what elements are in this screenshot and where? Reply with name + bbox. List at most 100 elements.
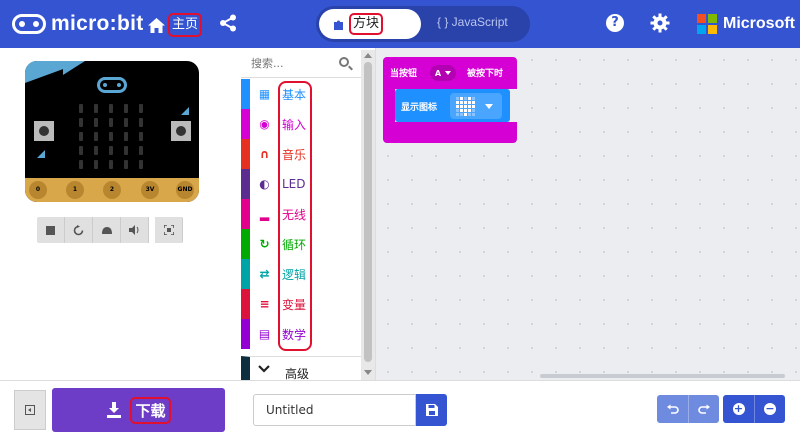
signal-bars-icon: ▂ xyxy=(259,207,270,221)
show-icon-block[interactable]: 显示图标 xyxy=(395,89,510,122)
category-item[interactable]: ▂ 无线 xyxy=(241,199,361,229)
category-list: ▦ 基本 ◉ 输入 ∩ 音乐 ◐ LED ▂ 无线 ↻ 循环 ⇄ 逻辑 ≡ 变量 ▤ 数学 xyxy=(241,79,361,349)
javascript-tab[interactable]: { } JavaScript xyxy=(437,15,508,29)
button-dropdown[interactable]: A xyxy=(430,65,456,81)
category-label: 基本 xyxy=(282,87,307,102)
board-button-a[interactable] xyxy=(34,121,54,141)
microsoft-text: Microsoft xyxy=(723,15,795,32)
blocks-tab-label: 方块 xyxy=(349,13,384,35)
advanced-category[interactable]: 高级 xyxy=(241,356,361,381)
category-item[interactable]: ↻ 循环 xyxy=(241,229,361,259)
pin-1[interactable]: 1 xyxy=(66,181,84,199)
category-item[interactable]: ◉ 输入 xyxy=(241,109,361,139)
blocks-tab[interactable]: 方块 xyxy=(319,9,421,39)
zoom-in-button[interactable]: + xyxy=(723,395,754,423)
home-button[interactable]: 主页 xyxy=(148,13,203,37)
shuffle-icon: ⇄ xyxy=(259,267,270,281)
category-label: 输入 xyxy=(282,117,307,132)
download-icon xyxy=(107,402,122,418)
category-label: LED xyxy=(282,177,306,191)
restart-icon xyxy=(73,224,84,235)
project-name-input[interactable] xyxy=(253,394,416,426)
button-dropdown-value: A xyxy=(434,68,442,78)
caret-down-icon xyxy=(445,71,452,75)
search-icon[interactable] xyxy=(339,57,349,67)
icon-picker[interactable] xyxy=(450,93,502,119)
undo-icon xyxy=(666,404,679,414)
top-bar: micro:bit 主页 方块 { } JavaScript ? Microso… xyxy=(0,0,800,48)
bottom-bar: 下载 + − xyxy=(0,380,800,439)
calculator-icon: ▤ xyxy=(258,327,271,341)
heart-icon xyxy=(456,97,475,116)
zoom-in-icon: + xyxy=(732,402,745,415)
category-label: 变量 xyxy=(282,297,307,312)
undo-button[interactable] xyxy=(657,395,688,423)
share-icon xyxy=(220,14,236,32)
category-item[interactable]: ▤ 数学 xyxy=(241,319,361,349)
pin-0[interactable]: 0 xyxy=(29,181,47,199)
help-icon[interactable]: ? xyxy=(606,14,624,32)
target-icon: ◉ xyxy=(259,117,270,131)
download-button[interactable]: 下载 xyxy=(52,388,225,432)
category-label: 数学 xyxy=(282,327,307,342)
zoom-group: + − xyxy=(723,395,785,423)
workspace-scrollbar[interactable] xyxy=(540,374,785,378)
sound-icon xyxy=(129,225,139,235)
toolbox-scrollbar[interactable] xyxy=(361,50,375,380)
chevron-down-icon xyxy=(258,364,270,373)
pin-2[interactable]: 2 xyxy=(103,181,121,199)
collapse-simulator-button[interactable] xyxy=(14,390,46,430)
category-label: 逻辑 xyxy=(282,267,307,282)
share-button[interactable] xyxy=(219,14,237,36)
event-block-prefix: 当按钮 xyxy=(390,69,418,79)
simulator-panel: 0 1 2 3V GND xyxy=(0,48,241,379)
search-input[interactable] xyxy=(251,54,333,72)
microbit-logo[interactable]: micro:bit xyxy=(12,11,144,37)
grid-icon: ▦ xyxy=(258,87,271,101)
redo-button[interactable] xyxy=(688,395,719,423)
zoom-out-button[interactable]: − xyxy=(754,395,785,423)
board-logo-icon xyxy=(97,77,127,93)
category-item[interactable]: ◐ LED xyxy=(241,169,361,199)
fullscreen-icon xyxy=(163,225,174,235)
restart-button[interactable] xyxy=(65,217,93,243)
toolbox-scroll-thumb[interactable] xyxy=(364,62,372,362)
editor-toggle: 方块 { } JavaScript xyxy=(316,6,530,42)
simulator-controls xyxy=(37,217,183,243)
undo-redo-group xyxy=(657,395,719,423)
pin-gnd[interactable]: GND xyxy=(176,181,194,199)
settings-button[interactable] xyxy=(650,13,670,37)
toggle-icon: ◐ xyxy=(259,177,270,191)
microsoft-logo-icon xyxy=(697,14,717,34)
category-label: 无线 xyxy=(282,207,307,222)
download-label: 下载 xyxy=(130,396,171,424)
microsoft-logo[interactable]: Microsoft xyxy=(697,14,795,34)
sound-button[interactable] xyxy=(121,217,149,243)
fullscreen-button[interactable] xyxy=(155,217,183,243)
stop-icon xyxy=(46,225,55,235)
save-icon xyxy=(425,404,438,416)
category-item[interactable]: ⇄ 逻辑 xyxy=(241,259,361,289)
toolbox: ▦ 基本 ◉ 输入 ∩ 音乐 ◐ LED ▂ 无线 ↻ 循环 ⇄ 逻辑 ≡ 变量 ▤ 数学 xyxy=(241,48,376,380)
pin-3v[interactable]: 3V xyxy=(141,181,159,199)
microbit-logo-icon xyxy=(12,14,46,34)
show-icon-label: 显示图标 xyxy=(401,103,438,113)
save-button[interactable] xyxy=(416,394,447,426)
stop-button[interactable] xyxy=(37,217,65,243)
home-label: 主页 xyxy=(168,13,203,37)
category-label: 循环 xyxy=(282,237,307,252)
headphones-icon: ∩ xyxy=(259,147,270,161)
collapse-icon xyxy=(25,405,35,415)
microbit-board: 0 1 2 3V GND xyxy=(25,61,199,202)
pin-strip: 0 1 2 3V GND xyxy=(25,178,199,202)
category-item[interactable]: ∩ 音乐 xyxy=(241,139,361,169)
slowmo-button[interactable] xyxy=(93,217,121,243)
board-button-b[interactable] xyxy=(171,121,191,141)
category-item[interactable]: ▦ 基本 xyxy=(241,79,361,109)
category-item[interactable]: ≡ 变量 xyxy=(241,289,361,319)
gear-icon xyxy=(650,13,670,33)
caret-down-icon xyxy=(485,104,493,109)
home-icon xyxy=(148,17,165,33)
logo-text: micro:bit xyxy=(51,12,144,35)
redo-icon xyxy=(698,404,710,414)
